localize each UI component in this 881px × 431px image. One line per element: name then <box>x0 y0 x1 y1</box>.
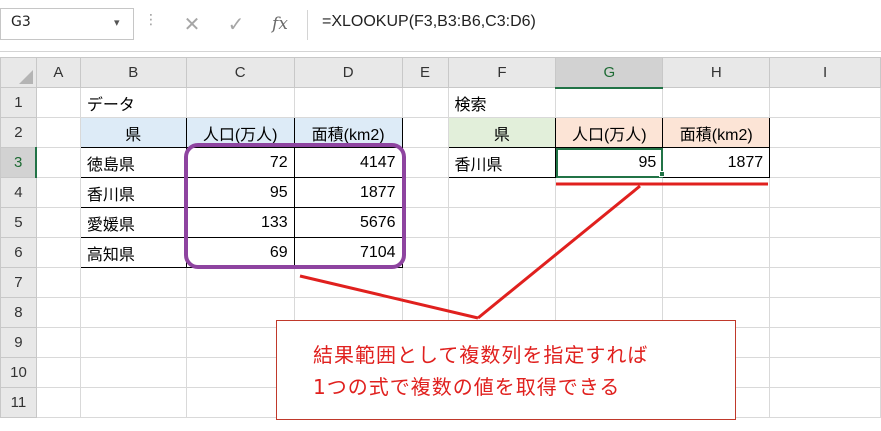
callout-line-2: 1つの式で複数の値を取得できる <box>313 375 621 399</box>
pointer-line-right <box>477 184 641 320</box>
pointer-line-left <box>299 274 479 320</box>
callout-box: 結果範囲として複数列を指定すれば 1つの式で複数の値を取得できる <box>276 320 736 420</box>
callout-line-1: 結果範囲として複数列を指定すれば <box>313 343 649 367</box>
